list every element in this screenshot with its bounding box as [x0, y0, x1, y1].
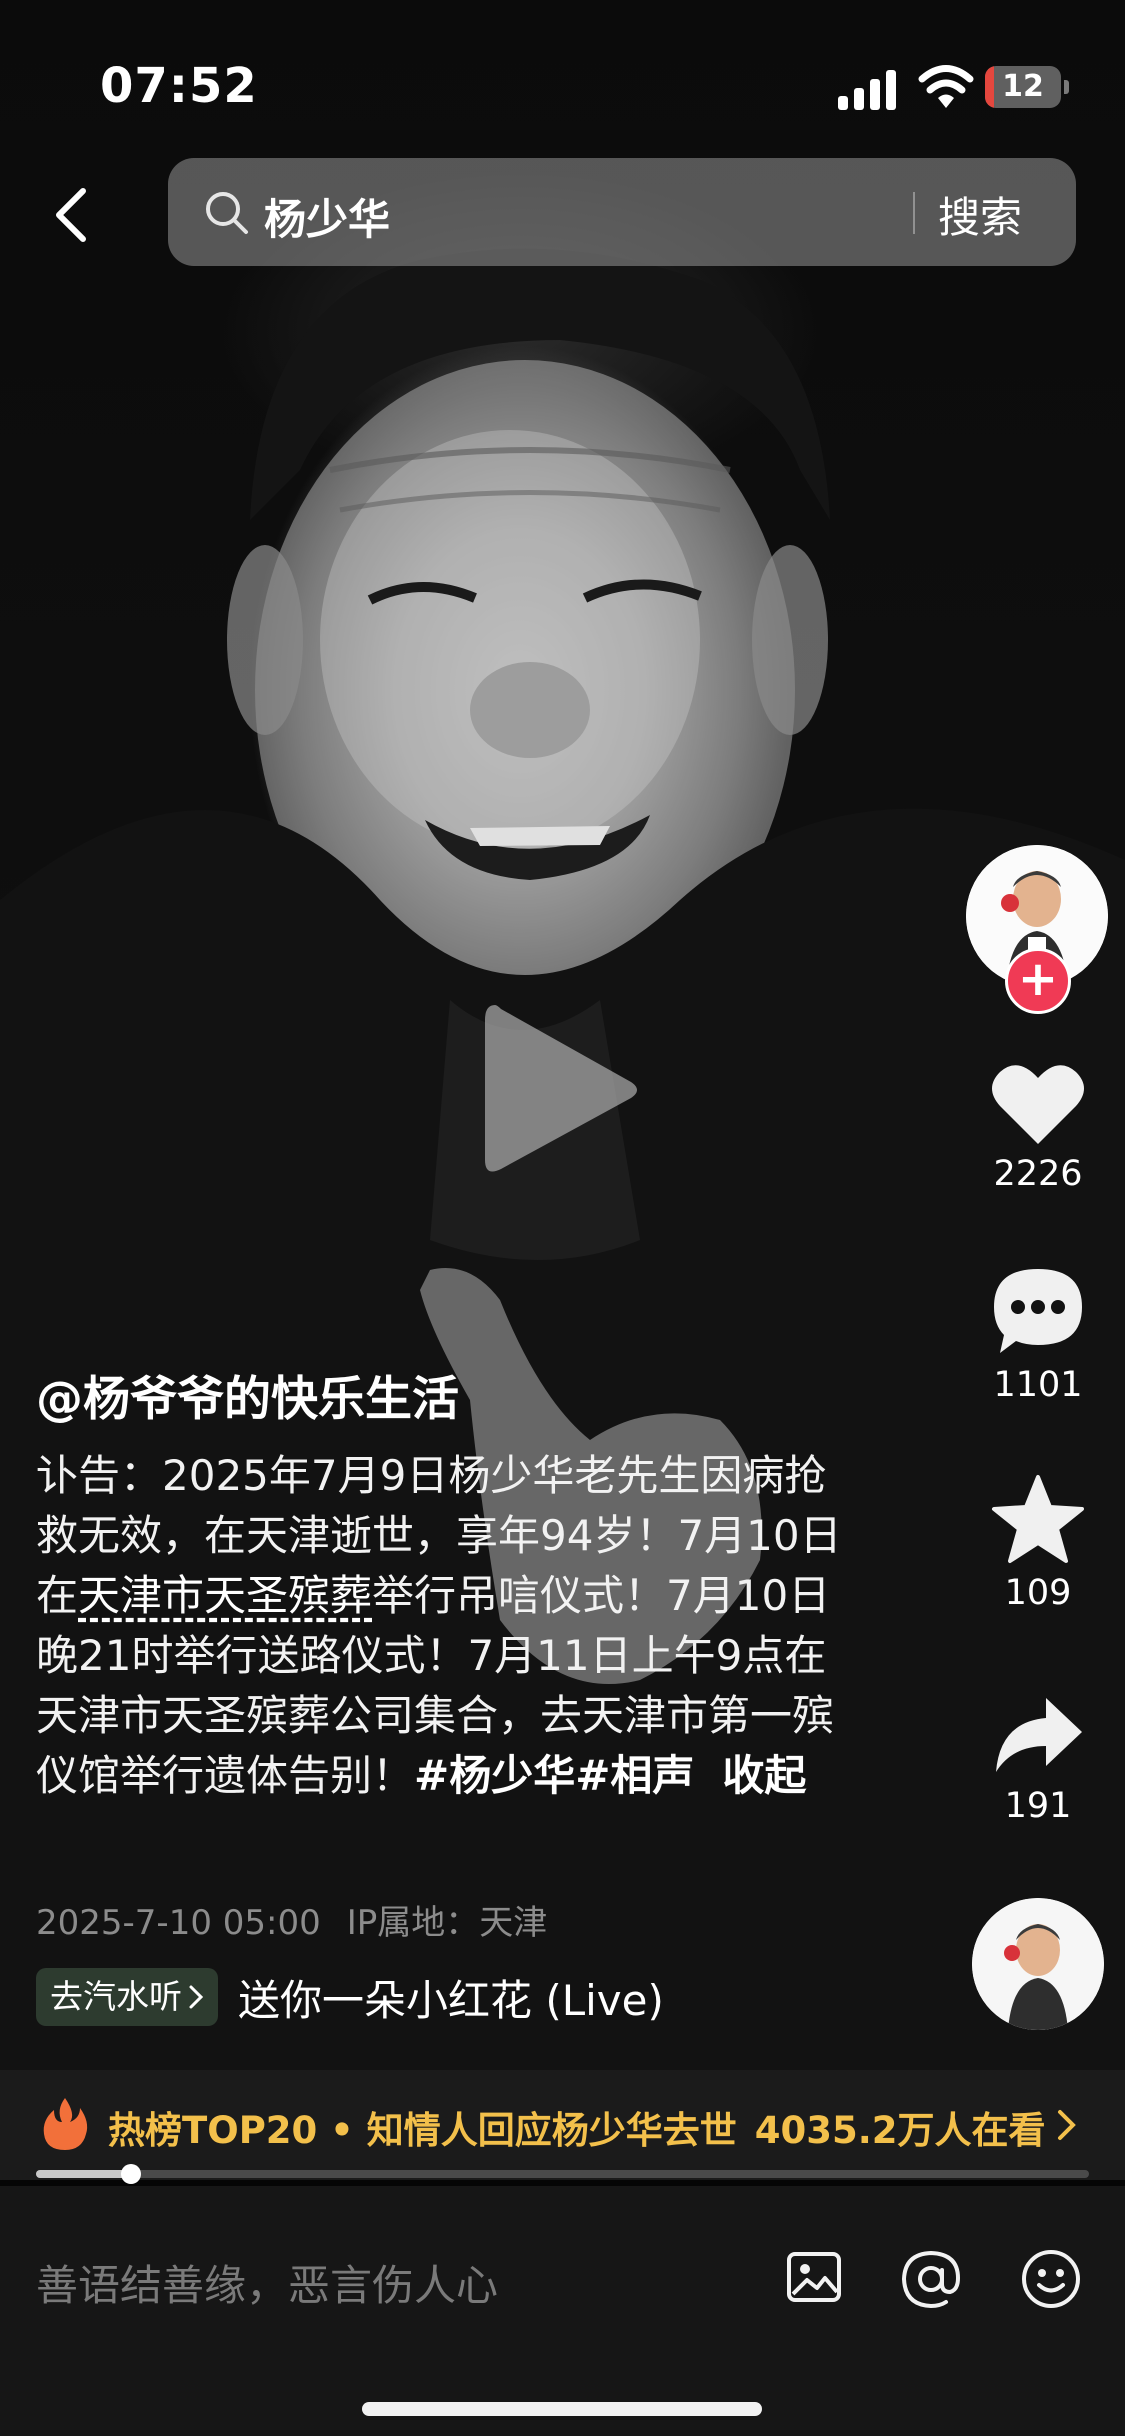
battery-level-text: 12: [1002, 69, 1044, 104]
video-screen[interactable]: 07:52 12 杨少华 搜索 + 2226 1101 109 191 @杨爷爷…: [0, 0, 1125, 2436]
playback-progress-fill: [36, 2170, 131, 2178]
comment-input[interactable]: 善语结善缘，恶言伤人心: [36, 2252, 498, 2313]
hashtag-yangshaohua[interactable]: #杨少华: [414, 1751, 575, 1800]
post-caption: 讣告：2025年7月9日杨少华老先生因病抢救无效，在天津逝世，享年94岁！7月1…: [36, 1446, 856, 1806]
comment-bar: 善语结善缘，恶言伤人心: [0, 2186, 1125, 2436]
hashtag-xiangsheng[interactable]: #相声: [575, 1751, 694, 1800]
hot-list-banner[interactable]: 热榜TOP20 • 知情人回应杨少华去世 4035.2万人在看: [0, 2070, 1125, 2180]
music-disc[interactable]: [972, 1898, 1104, 2030]
chevron-right-icon: [1058, 2110, 1076, 2140]
hot-list-text: 热榜TOP20 • 知情人回应杨少华去世 4035.2万人在看: [108, 2100, 1046, 2154]
hot-list-viewers: 4035.2万人在看: [754, 2109, 1046, 2152]
back-icon: [56, 188, 86, 242]
like-button[interactable]: 2226: [960, 1060, 1116, 1194]
comment-icon: [994, 1269, 1082, 1353]
star-icon: [992, 1475, 1084, 1563]
status-time: 07:52: [100, 58, 258, 114]
music-disc-avatar: [972, 1898, 1104, 2030]
music-chip-label: 去汽水听: [50, 1977, 182, 2016]
heart-icon: [992, 1065, 1084, 1144]
search-divider: [913, 192, 915, 234]
like-count: 2226: [993, 1154, 1083, 1194]
search-icon: [206, 192, 248, 234]
chevron-right-icon: [189, 1985, 204, 2009]
home-indicator[interactable]: [362, 2402, 762, 2416]
author-name[interactable]: @杨爷爷的快乐生活: [36, 1360, 459, 1429]
back-button[interactable]: [36, 175, 106, 255]
music-row[interactable]: 去汽水听 送你一朵小红花 (Live): [36, 1967, 664, 2027]
share-count: 191: [1004, 1786, 1072, 1826]
post-meta: 2025-7-10 05:00 IP属地：天津: [36, 1895, 547, 1944]
music-title[interactable]: 送你一朵小红花 (Live): [238, 1967, 664, 2028]
share-icon: [996, 1698, 1082, 1772]
image-icon[interactable]: [785, 2248, 843, 2306]
comment-count: 1101: [993, 1365, 1083, 1405]
collapse-button[interactable]: 收起: [722, 1751, 806, 1800]
comment-button[interactable]: 1101: [960, 1265, 1116, 1405]
emoji-icon[interactable]: [1020, 2248, 1082, 2310]
at-icon[interactable]: [900, 2248, 962, 2310]
battery-tip: [1064, 80, 1069, 94]
qishui-music-chip[interactable]: 去汽水听: [36, 1968, 218, 2026]
play-icon[interactable]: [475, 995, 645, 1185]
playback-progress-bar[interactable]: [36, 2164, 1089, 2184]
flame-icon: [43, 2098, 88, 2150]
playback-scrubber[interactable]: [120, 2164, 141, 2184]
search-button[interactable]: 搜索: [938, 184, 1022, 245]
wifi-icon: [918, 65, 974, 108]
search-bar[interactable]: 杨少华 搜索: [168, 158, 1076, 266]
search-query[interactable]: 杨少华: [264, 186, 390, 247]
cellular-signal-icon: [838, 70, 896, 110]
favorite-count: 109: [1004, 1573, 1072, 1613]
favorite-button[interactable]: 109: [960, 1473, 1116, 1613]
hot-list-title: 热榜TOP20 • 知情人回应杨少华去世: [108, 2109, 737, 2152]
follow-button[interactable]: +: [1005, 948, 1071, 1014]
status-bar: 07:52 12: [0, 0, 1125, 150]
ip-location: IP属地：天津: [346, 1903, 548, 1943]
share-button[interactable]: 191: [960, 1692, 1116, 1826]
post-timestamp: 2025-7-10 05:00: [36, 1903, 321, 1943]
location-link[interactable]: 天津市天圣殡葬: [78, 1571, 372, 1620]
battery-indicator: 12: [985, 66, 1061, 108]
